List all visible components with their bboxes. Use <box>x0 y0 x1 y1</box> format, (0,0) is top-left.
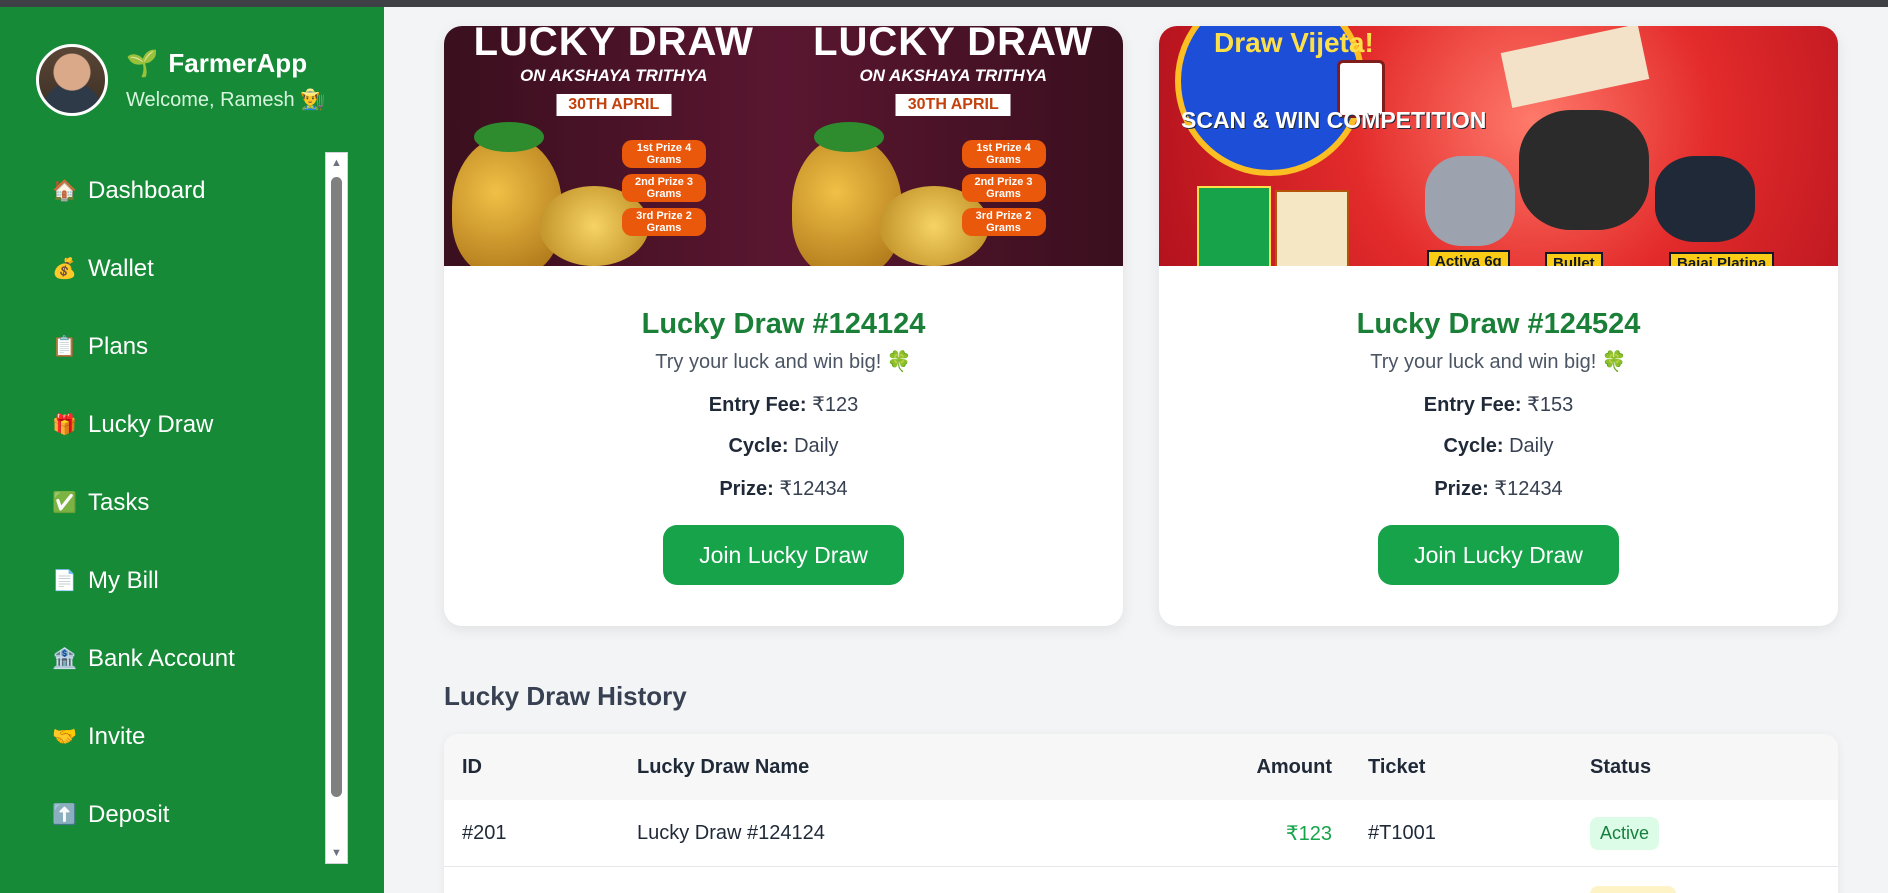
cell-id: #201 <box>462 821 507 844</box>
app-title: FarmerApp <box>168 48 308 78</box>
sidebar-item-lucky-draw[interactable]: 🎁 Lucky Draw <box>0 386 348 464</box>
status-badge: Active <box>1590 816 1660 850</box>
banner-scan-text: SCAN & WIN COMPETITION <box>1181 107 1487 133</box>
scrollbar-thumb[interactable] <box>331 177 342 797</box>
scroll-up-icon[interactable]: ▲ <box>326 153 347 173</box>
handshake-icon: 🤝 <box>52 726 77 748</box>
sidebar-scrollbar[interactable]: ▲ ▼ <box>325 152 348 864</box>
column-header-status: Status <box>1590 755 1652 778</box>
motorcycle-graphic <box>1519 110 1649 230</box>
join-lucky-draw-button[interactable]: Join Lucky Draw <box>1378 525 1619 585</box>
banner-title: LUCKY DRAW <box>813 26 1094 64</box>
history-title: Lucky Draw History <box>444 681 687 711</box>
card-title: Lucky Draw #124124 <box>641 308 926 340</box>
sidebar-item-label: Dashboard <box>88 177 206 204</box>
cycle-row: Cycle: Daily <box>1443 435 1554 457</box>
banner-subtitle: ON AKSHAYA TRITHYA <box>519 66 708 85</box>
sidebar-item-label: Deposit <box>88 801 170 828</box>
sidebar-item-deposit[interactable]: ⬆️ Deposit <box>0 776 348 854</box>
gold-pot-graphic <box>452 136 562 266</box>
table-row: #201 Lucky Draw #124124 ₹123 #T1001 Acti… <box>444 800 1838 867</box>
banner-headline: Draw Vijeta! <box>1214 27 1374 58</box>
bank-icon: 🏦 <box>52 648 77 670</box>
arrow-up-icon: ⬆️ <box>52 804 77 826</box>
column-header-id: ID <box>462 755 482 778</box>
lucky-draw-card-1: LUCKY DRAW ON AKSHAYA TRITHYA 30TH APRIL… <box>444 26 1123 626</box>
leaf-graphic <box>813 122 884 152</box>
sidebar-nav: 🏠 Dashboard 💰 Wallet 📋 Plans 🎁 Lucky Dra… <box>0 152 348 864</box>
sidebar-item-label: Tasks <box>88 489 150 516</box>
sidebar-item-label: My Bill <box>88 567 159 594</box>
welcome-text: Welcome, Ramesh 👨‍🌾 <box>126 89 326 111</box>
cell-amount: ₹123 <box>1285 822 1332 845</box>
prize-tag: Activa 6g <box>1427 250 1510 266</box>
profile-header: 🌱 FarmerApp Welcome, Ramesh 👨‍🌾 <box>36 44 325 116</box>
sidebar-item-label: Wallet <box>88 255 154 282</box>
status-badge <box>1590 886 1676 893</box>
join-lucky-draw-button[interactable]: Join Lucky Draw <box>663 525 904 585</box>
gift-box-graphic <box>1500 26 1650 108</box>
sidebar-item-tasks[interactable]: ✅ Tasks <box>0 464 348 542</box>
history-table: ID Lucky Draw Name Amount Ticket Status … <box>444 734 1838 893</box>
cell-name: Lucky Draw #124124 <box>637 821 825 844</box>
home-icon: 🏠 <box>52 180 77 202</box>
product-pack-graphic <box>1197 186 1271 266</box>
lucky-draw-card-2: Draw Vijeta! SCAN & WIN COMPETITION Acti… <box>1159 26 1838 626</box>
sidebar-item-plans[interactable]: 📋 Plans <box>0 308 348 386</box>
prize-row: Prize: ₹12434 <box>719 478 848 500</box>
lucky-draw-banner-image: LUCKY DRAW ON AKSHAYA TRITHYA 30TH APRIL… <box>444 26 1123 266</box>
banner-prize-list: 1st Prize 4 Grams 2nd Prize 3 Grams 3rd … <box>622 140 706 242</box>
sidebar-item-invite[interactable]: 🤝 Invite <box>0 698 348 776</box>
product-pack-graphic <box>1275 190 1349 266</box>
motorcycle-graphic <box>1655 156 1755 242</box>
table-header: ID Lucky Draw Name Amount Ticket Status <box>444 734 1838 800</box>
cycle-row: Cycle: Daily <box>728 435 839 457</box>
prize-tag: Bajaj Platina <box>1669 252 1775 266</box>
sidebar-item-label: Invite <box>88 723 146 750</box>
banner-title: LUCKY DRAW <box>473 26 754 64</box>
sidebar: 🌱 FarmerApp Welcome, Ramesh 👨‍🌾 🏠 Dashbo… <box>0 0 384 893</box>
column-header-ticket: Ticket <box>1368 755 1426 778</box>
leaf-graphic <box>474 122 544 152</box>
banner-date: 30TH APRIL <box>556 94 672 116</box>
column-header-name: Lucky Draw Name <box>637 755 810 778</box>
document-icon: 📄 <box>52 570 77 592</box>
seedling-icon: 🌱 <box>126 48 159 78</box>
gift-icon: 🎁 <box>52 414 77 436</box>
gold-pot-graphic <box>791 136 902 266</box>
card-tagline: Try your luck and win big! 🍀 <box>1370 351 1627 373</box>
banner-subtitle: ON AKSHAYA TRITHYA <box>859 66 1048 85</box>
sidebar-item-wallet[interactable]: 💰 Wallet <box>0 230 348 308</box>
prize-tag: Bullet <box>1545 252 1603 266</box>
prize-row: Prize: ₹12434 <box>1434 478 1563 500</box>
sidebar-item-label: Bank Account <box>88 645 235 672</box>
column-header-amount: Amount <box>1256 755 1332 778</box>
banner-date: 30TH APRIL <box>895 94 1011 116</box>
sidebar-item-bank-account[interactable]: 🏦 Bank Account <box>0 620 348 698</box>
sidebar-item-my-bill[interactable]: 📄 My Bill <box>0 542 348 620</box>
window-top-bar <box>0 0 1888 7</box>
lucky-draw-banner-image: Draw Vijeta! SCAN & WIN COMPETITION Acti… <box>1159 26 1838 266</box>
banner-prize-list: 1st Prize 4 Grams 2nd Prize 3 Grams 3rd … <box>961 140 1046 242</box>
clipboard-icon: 📋 <box>52 336 77 358</box>
entry-fee-row: Entry Fee: ₹123 <box>708 394 859 416</box>
scooter-graphic <box>1425 156 1515 246</box>
sidebar-item-label: Lucky Draw <box>88 411 214 438</box>
check-icon: ✅ <box>52 492 77 514</box>
card-tagline: Try your luck and win big! 🍀 <box>655 351 912 373</box>
card-title: Lucky Draw #124524 <box>1356 308 1641 340</box>
scroll-down-icon[interactable]: ▼ <box>326 843 347 863</box>
sidebar-item-label: Plans <box>88 333 149 360</box>
entry-fee-row: Entry Fee: ₹153 <box>1423 394 1574 416</box>
money-bag-icon: 💰 <box>52 258 77 280</box>
sidebar-item-dashboard[interactable]: 🏠 Dashboard <box>0 152 348 230</box>
avatar[interactable] <box>36 44 108 116</box>
cell-ticket: #T1001 <box>1368 821 1436 844</box>
app-name: 🌱 FarmerApp <box>126 48 325 79</box>
